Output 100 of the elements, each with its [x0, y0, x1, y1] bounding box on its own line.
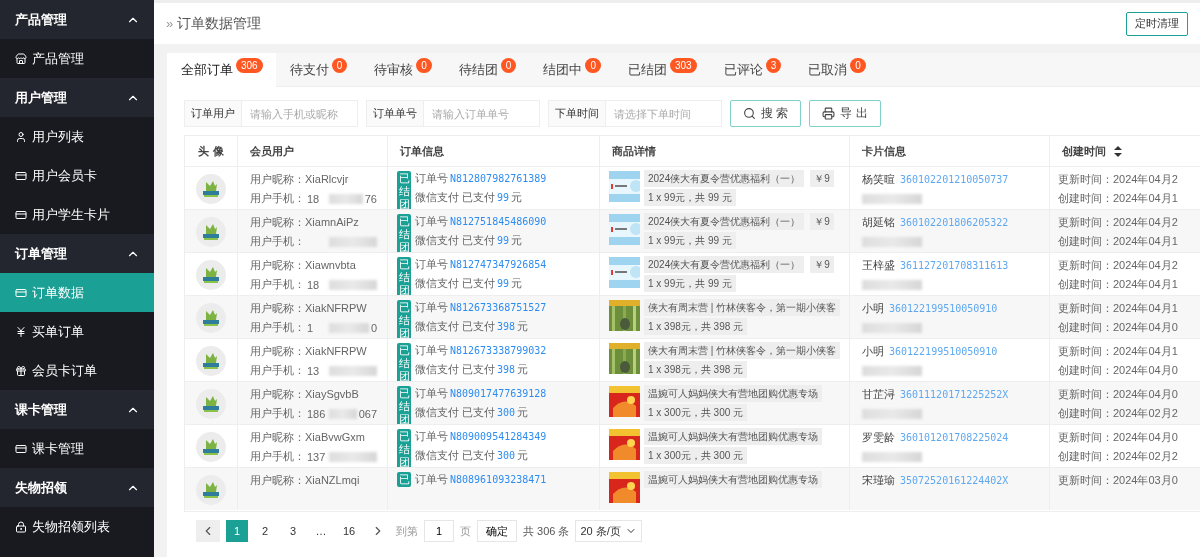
status-tag: 已结团 [397, 429, 411, 467]
cardholder-name: 罗雯龄 [862, 430, 895, 445]
quantity-total: 1 x 99元，共 99 元 [644, 189, 736, 206]
product-name: 2024侠大有夏令营优惠福利（一） [644, 170, 805, 187]
tab[interactable]: 待审核 0 [360, 53, 445, 86]
filter-label: 订单单号 [366, 100, 424, 127]
user-nickname: 用户昵称：XiaRlcvjr [250, 172, 349, 187]
id-number: 360122199510050910 [889, 346, 998, 357]
order-label: 订单号 [415, 214, 448, 229]
order-number: N812673368751527 [450, 302, 547, 313]
quantity-total: 1 x 398元，共 398 元 [644, 318, 748, 335]
id-number: 361127201708311613 [900, 260, 1009, 271]
order-label: 订单号 [415, 257, 448, 272]
page-button[interactable]: 3 [282, 520, 304, 542]
product-price: ￥9 [810, 256, 834, 273]
user-nickname: 用户昵称：XiaNZLmqi [250, 473, 360, 488]
currency-unit: 元 [517, 319, 529, 334]
status-tag: 已 [397, 472, 411, 487]
phone-digits: 76 [364, 192, 377, 205]
user-nickname: 用户昵称：XiakNFRPW [250, 344, 367, 359]
user-nickname: 用户昵称：XiaBvwGxm [250, 430, 365, 445]
update-time: 更新时间：2024年04月2 [1058, 258, 1178, 273]
order-label: 订单号 [415, 386, 448, 401]
user-icon [15, 130, 27, 143]
yen-icon [15, 325, 27, 338]
quantity-total: 1 x 99元，共 99 元 [644, 232, 736, 249]
product-price: ￥9 [810, 170, 834, 187]
store-icon [15, 52, 27, 65]
user-phone-label: 用户手机： [250, 191, 305, 206]
order-label: 订单号 [415, 171, 448, 186]
currency-unit: 元 [511, 190, 523, 205]
page-button[interactable]: 16 [338, 520, 360, 542]
create-time: 创建时间：2024年04月1 [1058, 277, 1178, 292]
card-icon [15, 442, 27, 455]
scheduled-cleanup-button[interactable]: 定时清理 [1126, 11, 1188, 36]
product-name: 2024侠大有夏令营优惠福利（一） [644, 256, 805, 273]
status-tag: 已结团 [397, 257, 411, 295]
nav-group-header[interactable]: 订单管理 [0, 234, 154, 273]
order-number: N812673338799032 [450, 345, 547, 356]
page-button[interactable]: … [310, 520, 332, 542]
confirm-button[interactable]: 确定 [477, 520, 517, 542]
tab[interactable]: 已评论 3 [709, 53, 795, 86]
order-label: 订单号 [415, 429, 448, 444]
count-badge: 0 [585, 58, 601, 73]
tab[interactable]: 待支付 0 [275, 53, 361, 86]
update-time: 更新时间：2024年04月2 [1058, 215, 1178, 230]
cardholder-name: 小明 [862, 301, 884, 316]
tab[interactable]: 已结团 303 [613, 53, 710, 86]
filter-label: 下单时间 [548, 100, 606, 127]
update-time: 更新时间：2024年04月2 [1058, 172, 1178, 187]
count-badge: 0 [850, 58, 866, 73]
nav-group-header[interactable]: 用户管理 [0, 78, 154, 117]
gift-icon [15, 364, 27, 377]
update-time: 更新时间：2024年04月0 [1058, 387, 1178, 402]
tab[interactable]: 全部订单 306 [167, 53, 276, 87]
create-time: 创建时间：2024年04月0 [1058, 363, 1178, 378]
order-label: 订单号 [415, 343, 448, 358]
blurred-text [862, 322, 922, 333]
status-tag: 已结团 [397, 386, 411, 424]
tab[interactable]: 待结团 0 [444, 53, 530, 86]
filter-field[interactable]: 请输入订单单号 [424, 100, 540, 127]
blurred-text [329, 322, 369, 333]
filter-field[interactable]: 请输入手机或昵称 [242, 100, 358, 127]
paid-amount: 99 [497, 192, 510, 203]
nav-group-header[interactable]: 课卡管理 [0, 390, 154, 429]
product-name: 侠大有周末营 | 竹林侠客令，第一期小侠客 [644, 299, 841, 316]
cardholder-name: 宋瑾瑜 [862, 473, 895, 488]
id-number: 35072520161224402X [900, 475, 1009, 486]
search-button[interactable]: 搜 索 [730, 100, 802, 127]
quantity-total: 1 x 398元，共 398 元 [644, 361, 748, 378]
currency-unit: 元 [517, 362, 529, 377]
filter-field[interactable]: 请选择下单时间 [606, 100, 722, 127]
paid-amount: 300 [497, 450, 516, 461]
payment-status: 微信支付 已支付 [415, 362, 496, 377]
id-number: 360122199510050910 [889, 303, 998, 314]
user-nickname: 用户昵称：Xiawnvbta [250, 258, 356, 273]
blurred-text [862, 236, 922, 247]
cardholder-name: 胡延铭 [862, 215, 895, 230]
payment-status: 微信支付 已支付 [415, 233, 496, 248]
card-icon [15, 169, 27, 182]
page-number-field[interactable]: 1 [424, 520, 454, 542]
nav-group-header[interactable]: 产品管理 [0, 0, 154, 39]
printer-icon [822, 107, 836, 120]
tab[interactable]: 已取消 0 [794, 53, 879, 86]
page-size-select[interactable]: 20 条/页 [575, 520, 642, 542]
total-count: 共 306 条 [523, 523, 570, 539]
user-phone-label: 用户手机： [250, 406, 305, 421]
count-badge: 303 [669, 58, 697, 73]
export-button[interactable]: 导 出 [809, 100, 881, 127]
quantity-total: 1 x 300元，共 300 元 [644, 447, 748, 464]
payment-status: 微信支付 已支付 [415, 190, 496, 205]
tab[interactable]: 结团中 0 [529, 53, 614, 86]
status-tag: 已结团 [397, 171, 411, 209]
previous-page-button[interactable] [196, 520, 220, 542]
order-number: N812747347926854 [450, 259, 547, 270]
nav-group-header[interactable]: 失物招领 [0, 468, 154, 507]
update-time: 更新时间：2024年03月0 [1058, 473, 1178, 488]
blurred-text [862, 193, 922, 204]
filter-label: 订单用户 [184, 100, 242, 127]
page-button[interactable]: 2 [254, 520, 276, 542]
